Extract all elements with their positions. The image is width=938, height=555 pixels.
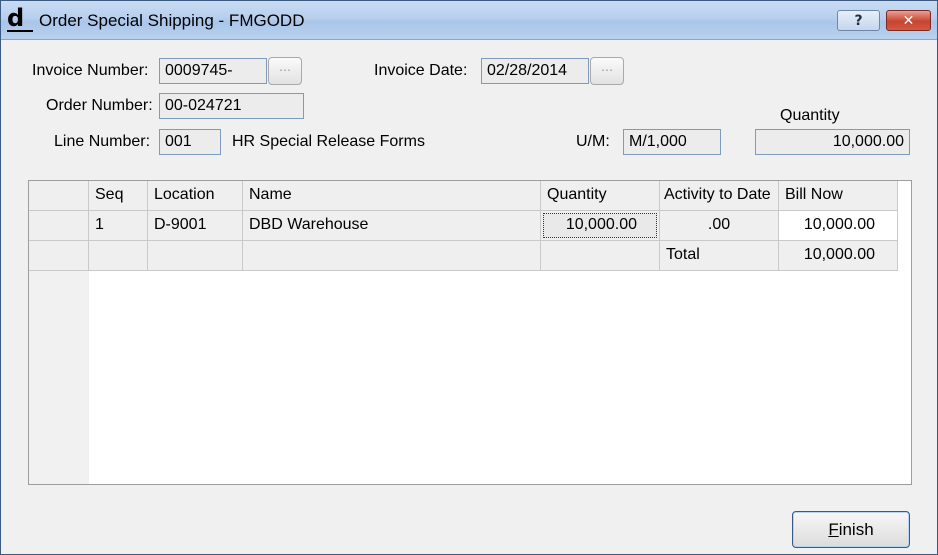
total-row-empty-cell [89, 241, 148, 271]
invoice-number-label: Invoice Number: [32, 62, 149, 79]
window-title: Order Special Shipping - FMGODD [39, 11, 305, 30]
cell-name[interactable]: DBD Warehouse [243, 211, 541, 241]
finish-accelerator: F [828, 519, 839, 539]
column-header-quantity[interactable]: Quantity [541, 181, 660, 211]
finish-button[interactable]: Finish [792, 511, 910, 548]
total-row-empty-cell [541, 241, 660, 271]
grid-corner-cell [29, 181, 89, 211]
cell-activity-to-date[interactable]: .00 [660, 211, 779, 241]
row-header-cell[interactable] [29, 241, 89, 271]
close-icon: ✕ [902, 12, 915, 29]
shipping-grid[interactable]: Seq Location Name Quantity Activity to D… [28, 180, 912, 485]
date-picker-button[interactable]: ⋯ [590, 57, 624, 85]
cell-seq[interactable]: 1 [89, 211, 148, 241]
um-field[interactable]: M/1,000 [623, 129, 721, 155]
ellipsis-icon: ⋯ [279, 63, 291, 77]
total-row-empty-cell [148, 241, 243, 271]
column-header-name[interactable]: Name [243, 181, 541, 211]
help-icon: ? [854, 12, 863, 29]
order-number-field[interactable]: 00-024721 [159, 93, 304, 119]
um-label: U/M: [576, 133, 610, 150]
cell-bill-now[interactable]: 10,000.00 [779, 211, 898, 241]
invoice-date-field[interactable]: 02/28/2014 [481, 58, 589, 84]
app-logo-underline [7, 30, 33, 32]
column-header-location[interactable]: Location [148, 181, 243, 211]
column-header-activity-to-date[interactable]: Activity to Date [660, 181, 779, 211]
line-description: HR Special Release Forms [232, 133, 425, 150]
total-value: 10,000.00 [779, 241, 898, 271]
total-label: Total [660, 241, 779, 271]
close-button[interactable]: ✕ [886, 10, 931, 31]
app-logo-icon: d [7, 4, 25, 32]
line-number-field[interactable]: 001 [159, 129, 221, 155]
quantity-field[interactable]: 10,000.00 [755, 129, 910, 155]
column-header-seq[interactable]: Seq [89, 181, 148, 211]
invoice-lookup-button[interactable]: ⋯ [268, 57, 302, 85]
cell-quantity-selected[interactable]: 10,000.00 [541, 211, 660, 241]
column-header-bill-now[interactable]: Bill Now [779, 181, 898, 211]
invoice-number-field[interactable]: 0009745- [159, 58, 267, 84]
row-header-cell[interactable] [29, 211, 89, 241]
finish-label: inish [838, 519, 874, 539]
dialog-window: d Order Special Shipping - FMGODD ? ✕ In… [0, 0, 938, 555]
title-bar[interactable]: d Order Special Shipping - FMGODD ? ✕ [1, 1, 937, 40]
ellipsis-icon: ⋯ [601, 63, 613, 77]
quantity-label: Quantity [780, 107, 840, 124]
total-row-empty-cell [243, 241, 541, 271]
invoice-date-label: Invoice Date: [374, 62, 468, 79]
cell-location[interactable]: D-9001 [148, 211, 243, 241]
cell-quantity-value: 10,000.00 [565, 216, 637, 233]
help-button[interactable]: ? [837, 10, 880, 31]
order-number-label: Order Number: [46, 97, 153, 114]
line-number-label: Line Number: [54, 133, 151, 150]
